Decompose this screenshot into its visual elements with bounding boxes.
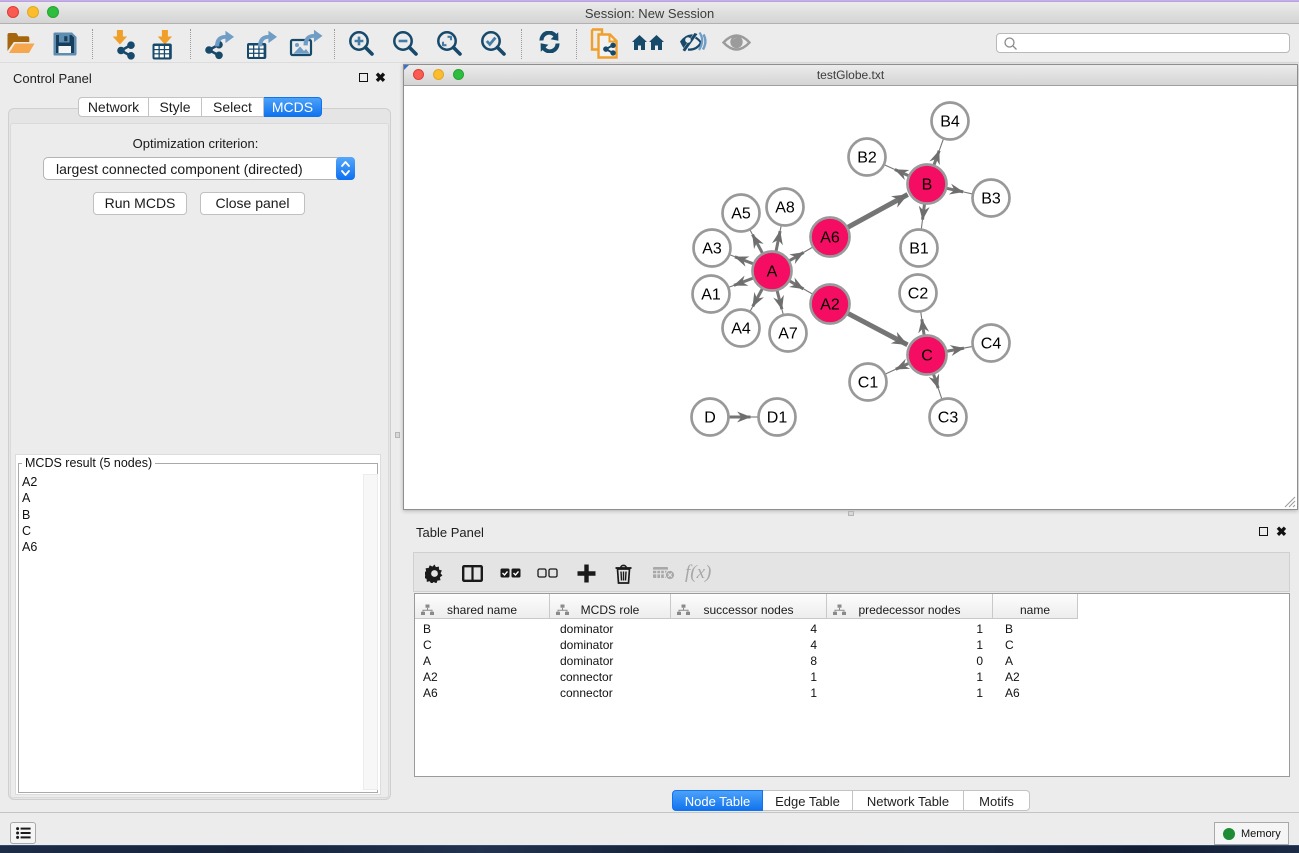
svg-text:B3: B3 — [981, 191, 1001, 208]
svg-text:A6: A6 — [820, 230, 840, 247]
svg-text:A8: A8 — [775, 200, 795, 217]
svg-text:B2: B2 — [857, 150, 877, 167]
svg-text:D: D — [704, 410, 716, 427]
svg-text:A1: A1 — [701, 287, 721, 304]
svg-text:A: A — [767, 264, 778, 281]
svg-text:C: C — [921, 348, 933, 365]
svg-text:A7: A7 — [778, 326, 798, 343]
svg-text:C1: C1 — [858, 375, 879, 392]
svg-text:A4: A4 — [731, 321, 751, 338]
svg-text:C4: C4 — [981, 336, 1002, 353]
svg-text:C3: C3 — [938, 410, 959, 427]
svg-text:B: B — [922, 177, 933, 194]
svg-text:D1: D1 — [767, 410, 788, 427]
svg-text:A2: A2 — [820, 297, 840, 314]
svg-text:B1: B1 — [909, 241, 929, 258]
svg-text:C2: C2 — [908, 286, 929, 303]
svg-text:A3: A3 — [702, 241, 722, 258]
svg-text:B4: B4 — [940, 114, 960, 131]
svg-text:A5: A5 — [731, 206, 751, 223]
